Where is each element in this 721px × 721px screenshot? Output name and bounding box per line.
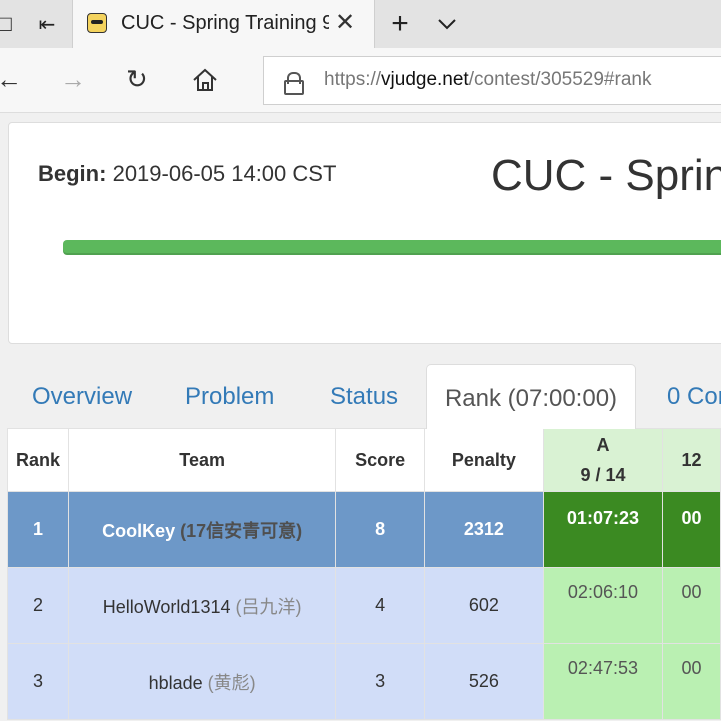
team-cell[interactable]: HelloWorld1314 (吕九洋) (68, 567, 337, 644)
set-aside-icon[interactable]: ⇤ (32, 0, 62, 48)
tab-rank[interactable]: Rank (07:00:00) (426, 364, 636, 429)
problem-b-cell[interactable]: 00 (662, 491, 721, 568)
url-text: https://vjudge.net/contest/305529#rank (324, 69, 652, 90)
score-cell: 4 (335, 567, 425, 644)
rank-table: Rank Team Score Penalty A9 / 14 12 1 Coo… (6, 428, 721, 720)
rank-cell: 1 (6, 491, 70, 568)
table-row: 1 CoolKey (17信安青可意) 8 2312 01:07:23 00 (6, 491, 721, 568)
favicon-icon (87, 13, 107, 33)
tab-overview[interactable]: Overview (32, 362, 132, 428)
browser-navbar: ← → ↻ https://vjudge.net/contest/305529#… (0, 48, 721, 113)
tab-problem[interactable]: Problem (185, 362, 274, 428)
address-bar[interactable]: https://vjudge.net/contest/305529#rank (263, 56, 721, 105)
team-cell[interactable]: CoolKey (17信安青可意) (68, 491, 337, 568)
team-cell[interactable]: hblade (黄彪) (68, 643, 337, 720)
score-cell: 3 (335, 643, 425, 720)
table-header-row: Rank Team Score Penalty A9 / 14 12 (6, 428, 721, 492)
header-problem-a[interactable]: A9 / 14 (542, 428, 664, 492)
forward-icon[interactable]: → (60, 64, 86, 95)
header-score[interactable]: Score (335, 428, 425, 492)
tab-status[interactable]: Status (330, 362, 398, 428)
back-icon[interactable]: ← (0, 64, 22, 95)
table-row: 3 hblade (黄彪) 3 526 02:47:53 00 (6, 643, 721, 720)
new-tab-icon[interactable]: + (385, 0, 415, 48)
penalty-cell: 526 (423, 643, 544, 720)
contest-header-card: Begin: 2019-06-05 14:00 CST CUC - Spring (8, 122, 721, 344)
tab-title: CUC - Spring Training 9 (121, 12, 329, 34)
header-rank[interactable]: Rank (6, 428, 70, 492)
chevron-down-icon[interactable] (432, 0, 462, 48)
rank-cell: 3 (6, 643, 70, 720)
contest-title: CUC - Spring (491, 151, 721, 200)
header-penalty[interactable]: Penalty (423, 428, 544, 492)
penalty-cell: 2312 (423, 491, 544, 568)
home-icon[interactable] (192, 68, 218, 99)
tab-actions-icon[interactable]: □ (0, 0, 16, 48)
problem-a-cell[interactable]: 01:07:23 (542, 491, 664, 568)
penalty-cell: 602 (423, 567, 544, 644)
problem-a-cell[interactable]: 02:06:10 (542, 567, 664, 644)
browser-tab[interactable]: CUC - Spring Training 9 ✕ (72, 0, 375, 49)
problem-b-cell[interactable]: 00 (662, 567, 721, 644)
browser-tab-strip: □ ⇤ CUC - Spring Training 9 ✕ + (0, 0, 721, 49)
tab-comments[interactable]: 0 Cor (667, 362, 721, 428)
header-problem-b[interactable]: 12 (662, 428, 721, 492)
close-icon[interactable]: ✕ (335, 8, 355, 37)
problem-b-cell[interactable]: 00 (662, 643, 721, 720)
begin-time: Begin: 2019-06-05 14:00 CST (38, 161, 337, 186)
lock-icon (284, 72, 304, 95)
refresh-icon[interactable]: ↻ (126, 64, 148, 95)
contest-progress-bar (63, 240, 721, 255)
table-row: 2 HelloWorld1314 (吕九洋) 4 602 02:06:10 00 (6, 567, 721, 644)
problem-a-cell[interactable]: 02:47:53 (542, 643, 664, 720)
score-cell: 8 (335, 491, 425, 568)
rank-cell: 2 (6, 567, 70, 644)
header-team[interactable]: Team (68, 428, 337, 492)
